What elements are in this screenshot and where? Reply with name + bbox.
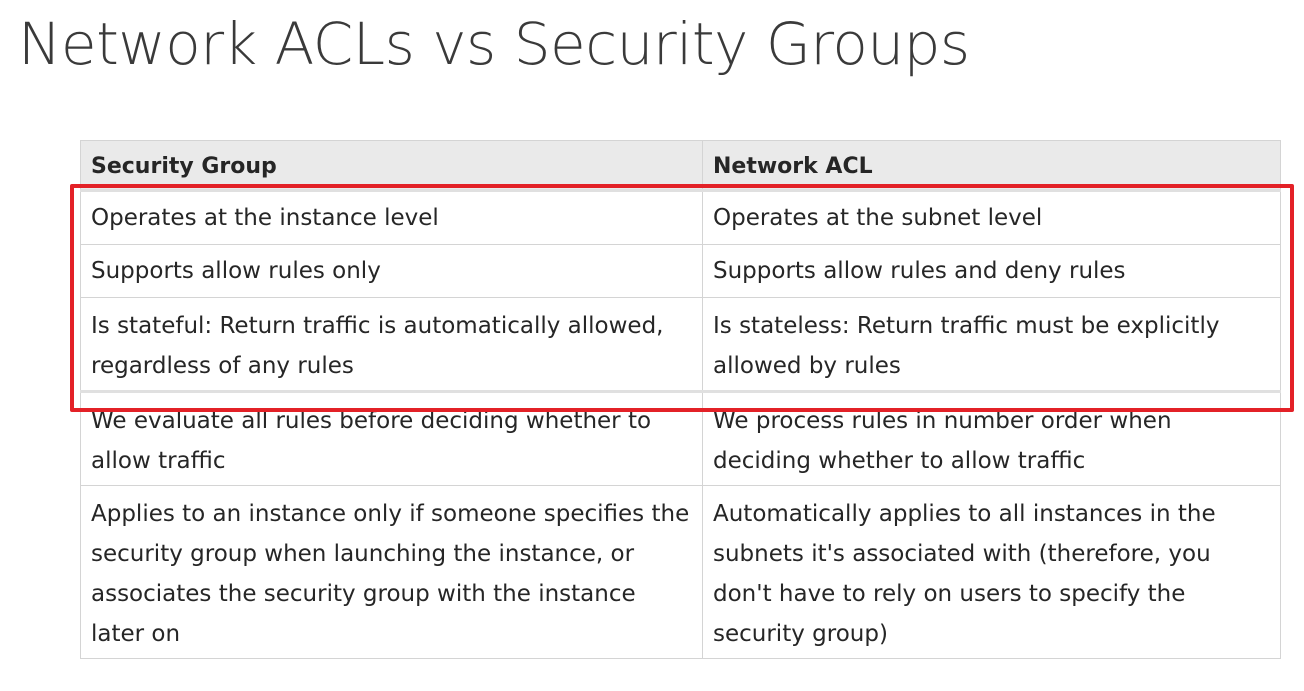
column-header-security-group: Security Group — [80, 140, 703, 191]
table-row: Operates at the instance level Operates … — [80, 189, 1281, 245]
table-cell: Supports allow rules only — [80, 244, 703, 298]
comparison-table: Security Group Network ACL Operates at t… — [80, 140, 1281, 659]
table-cell: Is stateless: Return traffic must be exp… — [702, 297, 1281, 392]
table-header-row: Security Group Network ACL — [80, 140, 1281, 191]
table-cell: Automatically applies to all instances i… — [702, 485, 1281, 659]
table-row: Is stateful: Return traffic is automatic… — [80, 297, 1281, 392]
table-cell: Applies to an instance only if someone s… — [80, 485, 703, 659]
table-row: Applies to an instance only if someone s… — [80, 485, 1281, 659]
table-cell: Operates at the instance level — [80, 189, 703, 245]
table-row: We evaluate all rules before deciding wh… — [80, 390, 1281, 486]
page-title: Network ACLs vs Security Groups — [18, 10, 970, 78]
table-cell: We process rules in number order when de… — [702, 390, 1281, 486]
table-cell: Is stateful: Return traffic is automatic… — [80, 297, 703, 392]
table-cell: Supports allow rules and deny rules — [702, 244, 1281, 298]
table-cell: We evaluate all rules before deciding wh… — [80, 390, 703, 486]
column-header-network-acl: Network ACL — [702, 140, 1281, 191]
table-row: Supports allow rules only Supports allow… — [80, 244, 1281, 298]
table-cell: Operates at the subnet level — [702, 189, 1281, 245]
